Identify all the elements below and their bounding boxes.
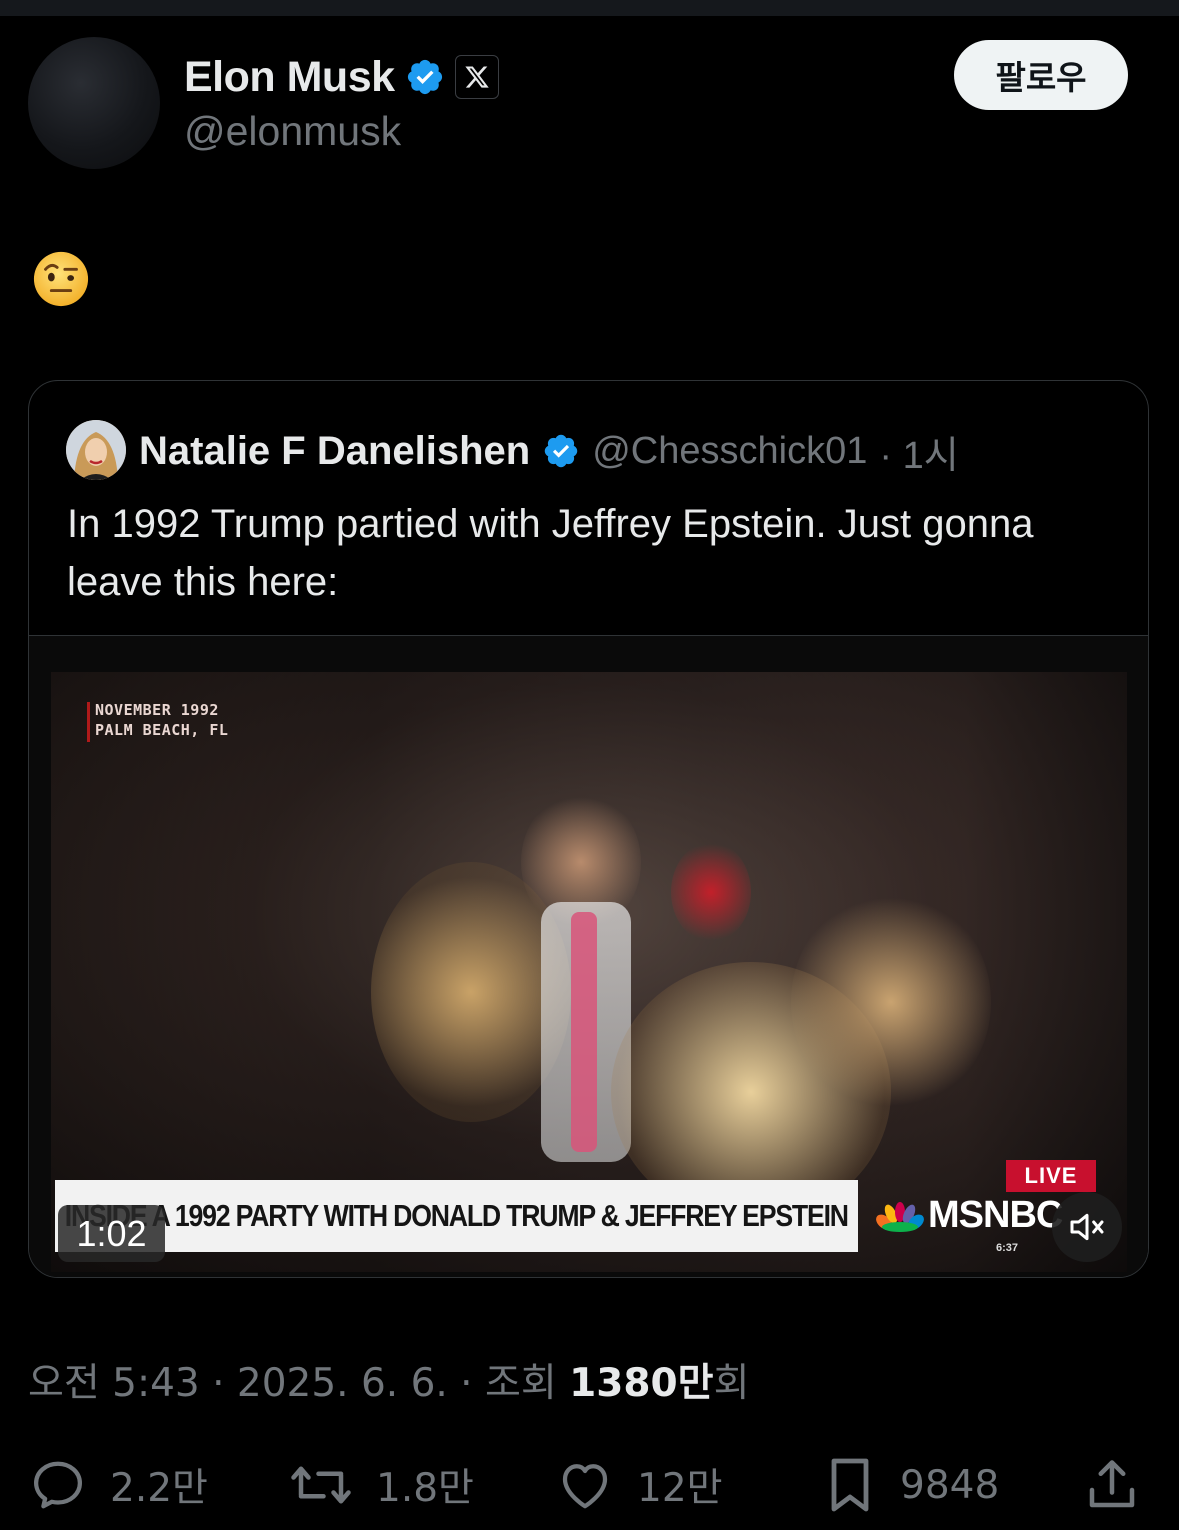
peacock-icon — [876, 1201, 924, 1232]
tweet-meta: 오전 5:43 · 2025. 6. 6. · 조회 1380만회 — [28, 1352, 749, 1408]
quoted-author-avatar[interactable] — [66, 420, 126, 480]
video-player[interactable]: NOVEMBER 1992 PALM BEACH, FL INSIDE A 19… — [29, 636, 1148, 1277]
chyron-text: INSIDE A 1992 PARTY WITH DONALD TRUMP & … — [64, 1198, 849, 1233]
dateline-month: NOVEMBER 1992 — [95, 701, 219, 719]
video-frame: NOVEMBER 1992 PALM BEACH, FL INSIDE A 19… — [51, 672, 1127, 1272]
repost-count: 1.8만 — [376, 1466, 474, 1511]
crowd-blur — [791, 892, 991, 1112]
msnbc-logo: MSNBC — [876, 1194, 1063, 1237]
like-count: 12만 — [637, 1466, 723, 1511]
top-scroll-edge — [0, 0, 1179, 16]
video-chyron: INSIDE A 1992 PARTY WITH DONALD TRUMP & … — [55, 1180, 858, 1252]
video-duration: 1:02 — [58, 1205, 165, 1262]
red-dress-blur — [671, 842, 751, 942]
network-name: MSNBC — [928, 1194, 1063, 1236]
quoted-tweet-card[interactable]: Natalie F Danelishen @Chesschick01 · 1시 … — [28, 380, 1149, 1278]
reply-button[interactable]: 2.2만 — [28, 1450, 208, 1520]
author-name-row: Elon Musk — [184, 52, 499, 102]
x-affiliation-badge[interactable] — [454, 55, 499, 99]
quoted-time[interactable]: · 1시 — [879, 424, 958, 479]
author-avatar[interactable] — [28, 37, 160, 169]
heart-icon — [562, 1464, 608, 1509]
mute-button[interactable] — [1052, 1192, 1122, 1262]
action-bar: 2.2만 1.8만 12만 9848 — [0, 1450, 1179, 1520]
live-badge: LIVE — [1006, 1160, 1096, 1192]
verified-badge-icon — [407, 59, 442, 95]
like-button[interactable]: 12만 — [555, 1450, 723, 1520]
tie-blur — [571, 912, 597, 1152]
bookmark-count: 9848 — [900, 1462, 1000, 1508]
quoted-text: In 1992 Trump partied with Jeffrey Epste… — [67, 502, 1034, 604]
verified-badge-icon — [545, 434, 578, 468]
x-logo-icon — [464, 66, 489, 88]
dateline-place: PALM BEACH, FL — [95, 721, 229, 739]
repost-button[interactable]: 1.8만 — [288, 1450, 474, 1520]
view-suffix: 회 — [713, 1361, 750, 1406]
speaker-muted-icon — [1070, 1213, 1104, 1241]
share-icon — [1089, 1460, 1135, 1508]
quoted-author-name[interactable]: Natalie F Danelishen — [139, 429, 530, 474]
repost-icon — [291, 1466, 351, 1504]
reply-icon — [34, 1461, 82, 1509]
bookmark-button[interactable]: 9848 — [822, 1450, 999, 1520]
video-dateline: NOVEMBER 1992 PALM BEACH, FL — [87, 700, 229, 742]
quoted-header: Natalie F Danelishen @Chesschick01 · 1시 — [139, 421, 959, 481]
share-button[interactable] — [1082, 1450, 1142, 1520]
follow-button[interactable]: 팔로우 — [954, 40, 1128, 110]
view-count: 1380만 — [569, 1361, 714, 1406]
broadcast-clock: 6:37 — [996, 1242, 1019, 1254]
author-name[interactable]: Elon Musk — [184, 53, 395, 102]
bookmark-icon — [831, 1458, 869, 1512]
reply-count: 2.2만 — [110, 1466, 208, 1511]
quoted-avatar-portrait — [66, 420, 126, 480]
author-handle[interactable]: @elonmusk — [184, 108, 401, 155]
tweet-timestamp[interactable]: 오전 5:43 · 2025. 6. 6. · 조회 — [28, 1361, 569, 1406]
quoted-author-handle[interactable]: @Chesschick01 — [592, 430, 867, 473]
face-with-raised-eyebrow-emoji-icon — [33, 251, 89, 307]
